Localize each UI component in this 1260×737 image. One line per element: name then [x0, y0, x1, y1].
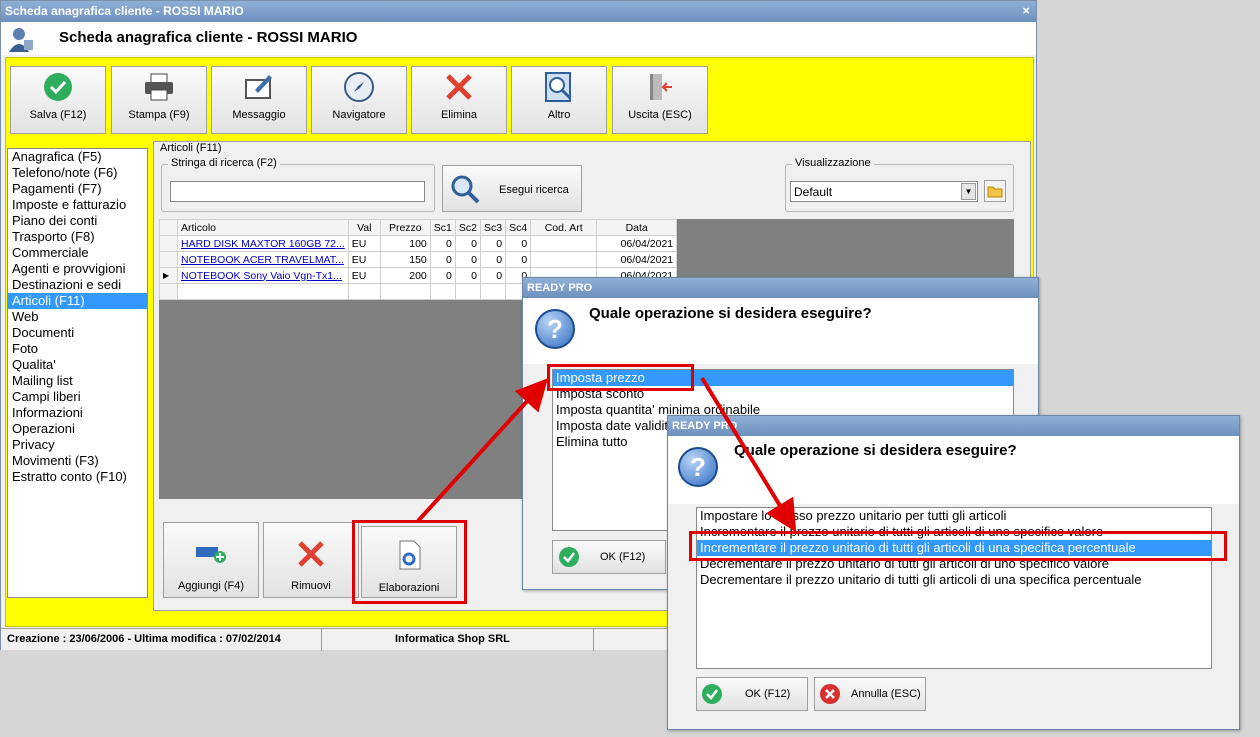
annotation-arrows — [416, 376, 797, 533]
arrow-to-percentuale — [700, 376, 797, 533]
arrow-to-imposta-prezzo — [416, 378, 549, 523]
